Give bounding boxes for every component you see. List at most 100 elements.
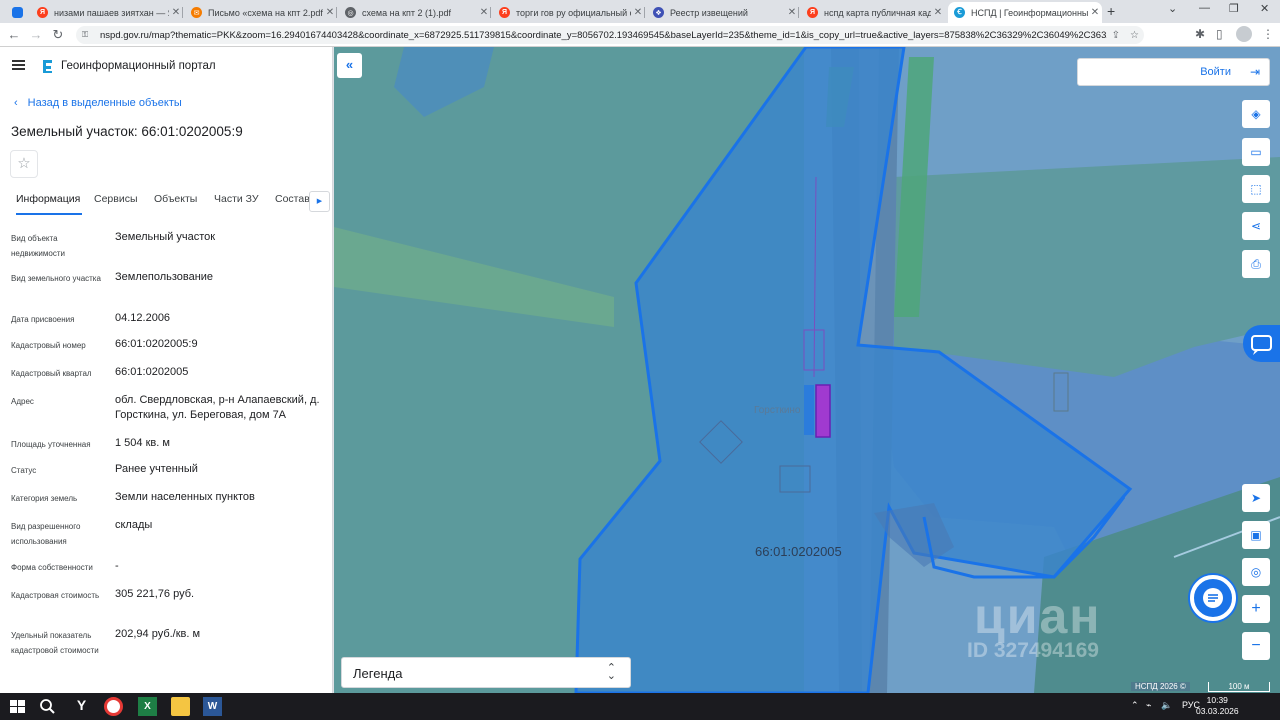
site-info-icon[interactable]: ⚿ <box>82 30 92 40</box>
quarter-label: 66:01:0202005 <box>755 544 842 559</box>
forward-arrow-icon[interactable]: → <box>27 27 45 42</box>
geolocation-icon[interactable]: ➤ <box>1242 484 1270 512</box>
property-label: Кадастровая стоимость <box>11 591 100 600</box>
menu-dots-icon[interactable]: ⋮ <box>1262 27 1274 41</box>
back-arrow-icon[interactable]: ← <box>5 27 23 42</box>
property-label: Удельный показатель кадастровой стоимост… <box>11 631 99 655</box>
property-value: склады <box>115 519 153 531</box>
windows-start-icon[interactable] <box>8 697 27 716</box>
login-label: Войти <box>1200 66 1231 78</box>
close-window-button[interactable]: ✕ <box>1260 2 1269 15</box>
yandex-icon: Я <box>499 7 510 18</box>
excel-icon[interactable]: X <box>138 697 157 716</box>
tab-services[interactable]: Сервисы <box>94 193 138 205</box>
tab-composition[interactable]: Состав <box>275 193 310 205</box>
zoom-out-button[interactable]: − <box>1242 632 1270 660</box>
select-area-icon[interactable]: ⬚ <box>1242 175 1270 203</box>
property-label: Кадастровый номер <box>11 341 86 350</box>
map-canvas[interactable]: 66:01:0202005 Горсткино циан ID 32749416… <box>334 47 1280 693</box>
profile-avatar[interactable] <box>1236 26 1252 42</box>
search-icon[interactable] <box>38 697 57 716</box>
share-icon[interactable]: ⋖ <box>1242 212 1270 240</box>
watermark-logo: циан <box>974 588 1102 644</box>
tab-parts[interactable]: Части ЗУ <box>214 193 259 205</box>
tab-search-pinned[interactable] <box>6 2 28 23</box>
close-tab-icon[interactable]: ✕ <box>477 7 491 18</box>
property-label: Вид объекта недвижимости <box>11 234 65 258</box>
property-value: Ранее учтенный <box>115 463 198 475</box>
chevron-left-icon: ‹ <box>14 97 18 109</box>
login-icon: ⇥ <box>1249 65 1260 79</box>
globe-icon: ◎ <box>345 7 356 18</box>
property-value: Земли населенных пунктов <box>115 491 255 503</box>
close-tab-icon[interactable]: ✕ <box>785 7 799 18</box>
side-panel-icon[interactable]: ▯ <box>1216 27 1223 41</box>
object-info-panel: Геоинформационный портал ‹ Назад в выдел… <box>0 47 333 693</box>
property-value: 04.12.2006 <box>115 312 171 324</box>
address-bar[interactable]: ⚿ nspd.gov.ru/map?thematic=PKK&zoom=16.2… <box>76 26 1144 44</box>
url-text: nspd.gov.ru/map?thematic=PKK&zoom=16.294… <box>100 29 1107 41</box>
reload-icon[interactable]: ↻ <box>49 27 67 43</box>
browser-tab[interactable]: ✉ Письмо «схема на кпт 2.pdf, с ✕ <box>185 2 337 23</box>
hamburger-menu-icon[interactable] <box>12 60 25 70</box>
chrome-icon[interactable] <box>104 697 123 716</box>
assistant-icon <box>1251 335 1272 355</box>
object-title: Земельный участок: 66:01:0202005:9 <box>11 124 243 139</box>
close-tab-icon[interactable]: ✕ <box>323 7 337 18</box>
system-clock[interactable]: 10:39 03.03.2026 <box>1196 695 1239 717</box>
parcel-highlight <box>804 385 814 435</box>
chat-icon <box>1203 588 1223 608</box>
browser-tab[interactable]: ❖ Реестр извещений ✕ <box>647 2 799 23</box>
close-tab-icon[interactable]: ✕ <box>1088 7 1102 18</box>
close-tab-icon[interactable]: ✕ <box>631 7 645 18</box>
favorite-star-button[interactable]: ☆ <box>10 150 38 178</box>
portal-logo-icon <box>43 60 52 73</box>
browser-tab[interactable]: Я низами пашаев зиятхан — Ян ✕ <box>31 2 183 23</box>
close-tab-icon[interactable]: ✕ <box>931 7 945 18</box>
minimap-icon[interactable]: ▣ <box>1242 521 1270 549</box>
legend-dropdown[interactable]: Легенда ⌃ ⌄ <box>341 657 631 688</box>
tab-search-chevron-icon[interactable]: ⌄ <box>1168 2 1177 15</box>
yandex-browser-icon[interactable]: Y <box>72 697 91 716</box>
restore-button[interactable]: ❐ <box>1229 2 1239 15</box>
property-value: 305 221,76 руб. <box>115 588 195 600</box>
login-button[interactable]: Войти ⇥ <box>1077 58 1270 86</box>
browser-tab-active[interactable]: Ꞓ НСПД | Геоинформационный ✕ <box>948 2 1102 23</box>
browser-tab[interactable]: Я торги гов ру официальный са ✕ <box>493 2 645 23</box>
layers-icon[interactable]: ◈ <box>1242 100 1270 128</box>
minimize-button[interactable]: — <box>1199 2 1210 14</box>
portal-title: Геоинформационный портал <box>61 60 216 72</box>
ruler-icon[interactable]: ▭ <box>1242 138 1270 166</box>
back-to-selected-link[interactable]: ‹ Назад в выделенные объекты <box>14 97 182 109</box>
network-icon[interactable]: ⌁ <box>1146 700 1151 711</box>
property-value: 66:01:0202005:9 <box>115 338 198 350</box>
tab-objects[interactable]: Объекты <box>154 193 197 205</box>
locate-icon[interactable]: ◎ <box>1242 558 1270 586</box>
chat-button[interactable] <box>1190 575 1236 621</box>
tabs-scroll-right-button[interactable]: ▶ <box>309 191 330 212</box>
browser-tab[interactable]: ◎ схема на кпт 2 (1).pdf ✕ <box>339 2 491 23</box>
tab-information[interactable]: Информация <box>16 193 80 205</box>
share-icon[interactable]: ⇪ <box>1112 30 1120 41</box>
collapse-panel-button[interactable]: « <box>337 53 362 78</box>
assistant-tab-button[interactable] <box>1243 325 1280 362</box>
close-tab-icon[interactable]: ✕ <box>169 7 183 18</box>
zoom-in-button[interactable]: + <box>1242 595 1270 623</box>
map-scale-bar: 100 м <box>1208 682 1270 692</box>
word-icon[interactable]: W <box>203 697 222 716</box>
browser-tab[interactable]: Я нспд карта публичная кадаст ✕ <box>801 2 945 23</box>
map-layers <box>334 47 1280 693</box>
yandex-icon: Я <box>37 7 48 18</box>
new-tab-button[interactable]: + <box>1107 3 1115 19</box>
bookmark-star-icon[interactable]: ☆ <box>1130 30 1139 41</box>
file-explorer-icon[interactable] <box>171 697 190 716</box>
property-label: Статус <box>11 466 37 475</box>
property-value: Землепользование <box>115 271 214 283</box>
extensions-icon[interactable]: ✱ <box>1195 27 1205 41</box>
print-icon[interactable]: ⎙ <box>1242 250 1270 278</box>
volume-icon[interactable]: 🔈 <box>1161 700 1172 711</box>
selected-parcel[interactable] <box>815 384 831 438</box>
tray-chevron-icon[interactable]: ⌃ <box>1131 700 1139 711</box>
tab-title: торги гов ру официальный са <box>516 7 631 18</box>
back-link-label: Назад в выделенные объекты <box>27 97 182 109</box>
